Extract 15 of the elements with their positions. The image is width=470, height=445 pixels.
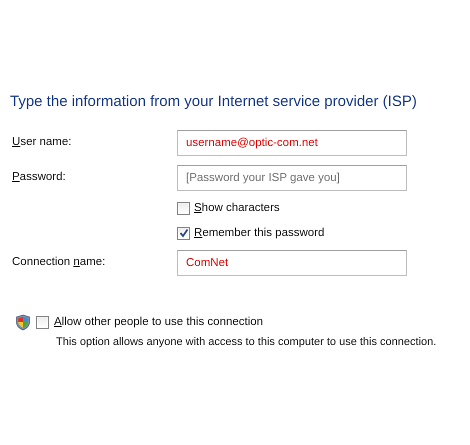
- field-label: User name:: [12, 134, 72, 150]
- heading: Type the information from your Internet service provider (ISP): [10, 92, 418, 112]
- shield-icon: [15, 314, 31, 332]
- input-field[interactable]: username@optic-com.net: [177, 130, 407, 156]
- option-description: This option allows anyone with access to this computer to use this connection.: [56, 335, 438, 350]
- checkbox[interactable]: [177, 226, 190, 240]
- checkbox[interactable]: [36, 316, 49, 330]
- field-label: Connection name:: [12, 255, 106, 270]
- checkbox-label[interactable]: Remember this password: [194, 224, 324, 242]
- checkbox-label[interactable]: Allow other people to use this connection: [54, 314, 264, 332]
- checkbox[interactable]: [177, 202, 190, 215]
- checkbox-label[interactable]: Show characters: [194, 200, 280, 217]
- field-label: Password:: [12, 170, 67, 185]
- input-field[interactable]: ComNet: [177, 250, 407, 276]
- input-field[interactable]: [Password your ISP gave you]: [177, 164, 407, 190]
